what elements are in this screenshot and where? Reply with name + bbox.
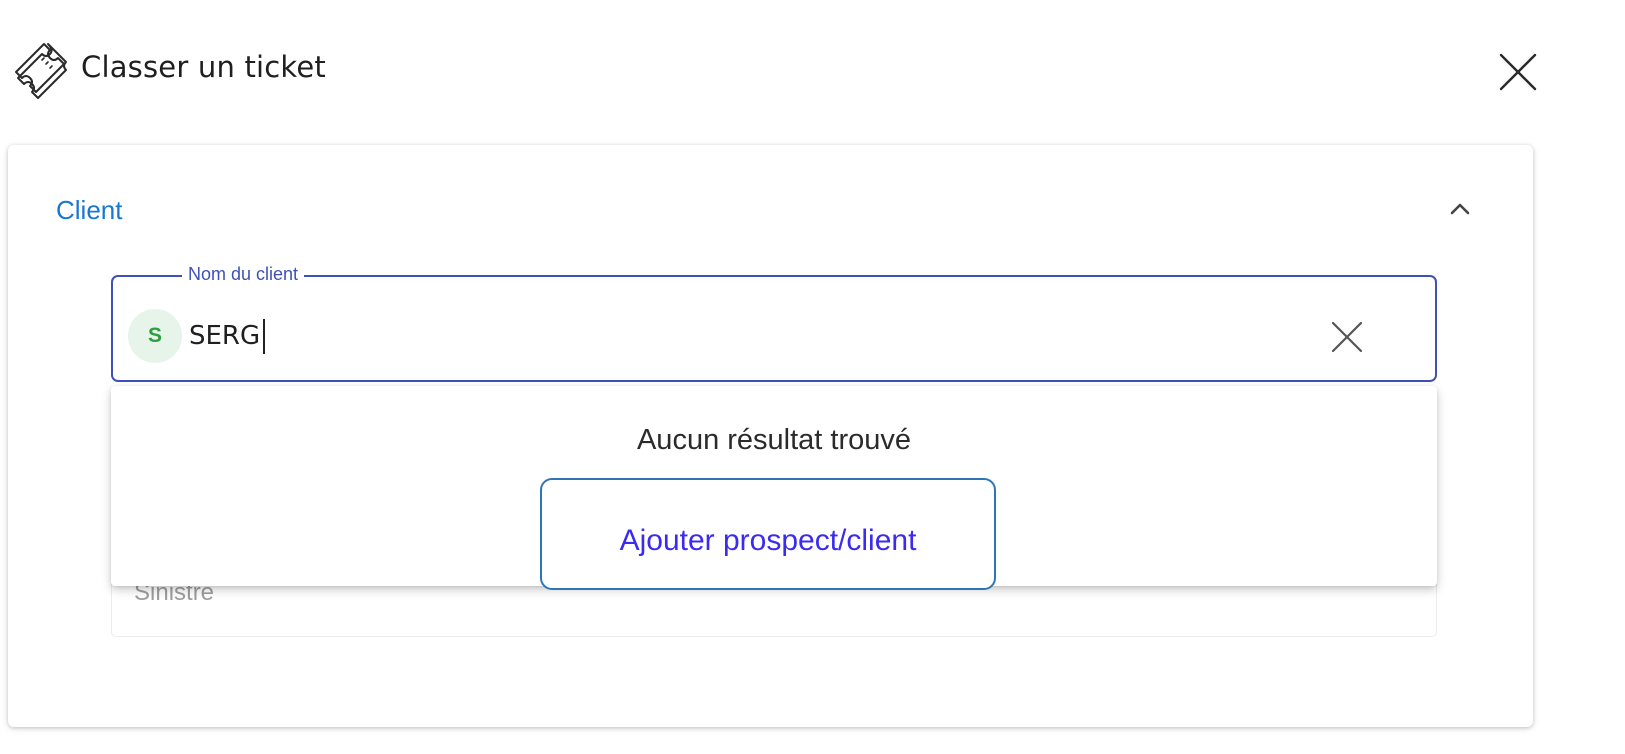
avatar: S [128, 309, 182, 363]
chevron-up-icon [1450, 203, 1470, 215]
collapse-button[interactable] [1440, 191, 1480, 227]
text-caret [263, 319, 265, 354]
close-icon [1331, 321, 1363, 353]
dialog-title: Classer un ticket [81, 50, 327, 84]
client-section-card: Client Sinistre Nom du client S SERG Auc… [8, 145, 1533, 727]
no-result-message: Aucun résultat trouvé [636, 424, 912, 456]
autocomplete-dropdown: Aucun résultat trouvé Ajouter prospect/c… [111, 386, 1437, 590]
client-name-field[interactable]: Nom du client S SERG [111, 262, 1437, 382]
add-prospect-client-button[interactable]: Ajouter prospect/client [540, 478, 996, 590]
ticket-icon [8, 38, 72, 102]
add-prospect-client-label: Ajouter prospect/client [619, 524, 917, 557]
classify-ticket-dialog: Classer un ticket Client Sinistre Nom du… [0, 0, 1625, 754]
client-name-label: Nom du client [182, 262, 305, 286]
section-title-client: Client [56, 195, 123, 225]
clear-input-button[interactable] [1323, 313, 1371, 361]
close-button[interactable] [1496, 50, 1540, 94]
client-name-input[interactable]: SERG [189, 312, 1289, 360]
close-icon [1499, 53, 1537, 91]
